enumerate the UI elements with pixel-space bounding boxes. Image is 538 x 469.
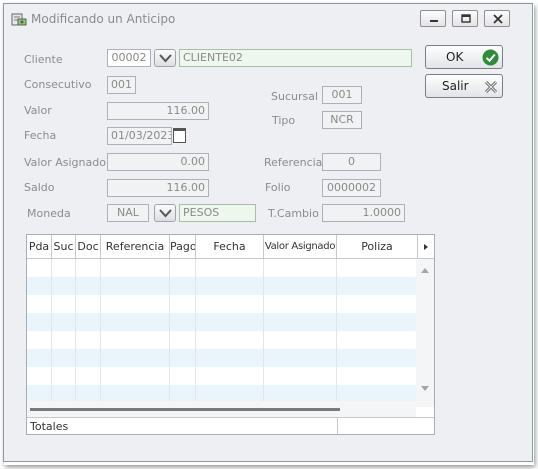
column-header-pago[interactable]: Pago [170, 235, 196, 258]
column-divider [196, 259, 264, 405]
valor-label: Valor [24, 104, 52, 117]
valor-asignado-field: 0.00 [107, 153, 209, 171]
valor-field: 116.00 [107, 102, 209, 120]
totals-label: Totales [30, 420, 69, 433]
tipo-field: NCR [322, 111, 362, 129]
moneda-name-field: PESOS [179, 204, 256, 222]
sucursal-label: Sucursal [271, 90, 319, 103]
cliente-code-field[interactable]: 00002 [107, 49, 151, 67]
horizontal-scroll-thumb[interactable] [30, 408, 340, 411]
minimize-button[interactable] [420, 10, 446, 27]
anticipo-grid[interactable]: Pda Suc Doc Referencia Pago Fecha Valor … [26, 234, 435, 435]
column-divider [170, 259, 196, 405]
scroll-right-button[interactable] [418, 235, 434, 258]
column-divider [52, 259, 76, 405]
tcambio-field: 1.0000 [322, 204, 405, 222]
maximize-icon [461, 14, 471, 23]
moneda-dropdown-button[interactable] [154, 204, 176, 222]
consecutivo-field: 001 [107, 76, 136, 94]
title-bar[interactable]: Modificando un Anticipo [4, 4, 532, 34]
totals-row: Totales [27, 417, 434, 434]
column-header-valor-asignado[interactable]: Valor Asignado [264, 235, 337, 258]
horizontal-scrollbar[interactable] [27, 401, 416, 417]
moneda-label: Moneda [27, 207, 71, 220]
column-divider [264, 259, 337, 405]
column-header-pda[interactable]: Pda [27, 235, 52, 258]
folio-label: Folio [265, 181, 291, 194]
window-title: Modificando un Anticipo [31, 12, 176, 26]
folio-field: 0000002 [322, 179, 381, 197]
fecha-label: Fecha [24, 129, 57, 142]
column-divider [76, 259, 101, 405]
ok-button-label: OK [446, 50, 464, 64]
valor-asignado-label: Valor Asignado [24, 156, 106, 169]
salir-button[interactable]: Salir [425, 74, 503, 98]
exit-icon [484, 80, 498, 94]
referencia-field: 0 [322, 153, 381, 171]
sucursal-field: 001 [322, 86, 362, 104]
cliente-dropdown-button[interactable] [154, 49, 176, 67]
salir-button-label: Salir [442, 79, 469, 93]
cliente-label: Cliente [24, 53, 63, 66]
vertical-scrollbar[interactable] [416, 259, 434, 407]
tcambio-label: T.Cambio [268, 207, 319, 220]
grid-header: Pda Suc Doc Referencia Pago Fecha Valor … [27, 235, 434, 259]
ok-button[interactable]: OK [425, 45, 503, 69]
chevron-down-icon [159, 209, 172, 218]
column-header-fecha[interactable]: Fecha [196, 235, 264, 258]
saldo-label: Saldo [24, 181, 55, 194]
saldo-field: 116.00 [107, 179, 209, 197]
scroll-arrows-icon [421, 268, 429, 391]
minimize-icon [430, 20, 438, 22]
chevron-down-icon [159, 54, 172, 63]
column-divider [101, 259, 170, 405]
cliente-name-field: CLIENTE02 [179, 49, 412, 67]
consecutivo-label: Consecutivo [24, 78, 92, 91]
check-icon [482, 49, 499, 66]
calendar-icon[interactable] [173, 128, 186, 143]
maximize-button[interactable] [452, 10, 478, 27]
close-icon [493, 14, 503, 24]
fecha-field: 01/03/2023 [107, 127, 172, 145]
column-header-suc[interactable]: Suc [52, 235, 76, 258]
column-divider [27, 259, 52, 405]
column-header-poliza[interactable]: Poliza [337, 235, 418, 258]
tipo-label: Tipo [272, 114, 296, 127]
money-document-icon [11, 11, 27, 27]
close-button[interactable] [484, 10, 510, 27]
column-header-referencia[interactable]: Referencia [101, 235, 170, 258]
dialog-window: Modificando un Anticipo Cliente Consecut… [3, 3, 533, 462]
totals-divider [337, 418, 338, 434]
column-header-doc[interactable]: Doc [76, 235, 101, 258]
arrow-right-icon [424, 244, 428, 250]
referencia-label: Referencia [264, 156, 323, 169]
moneda-code-field[interactable]: NAL [107, 204, 149, 222]
